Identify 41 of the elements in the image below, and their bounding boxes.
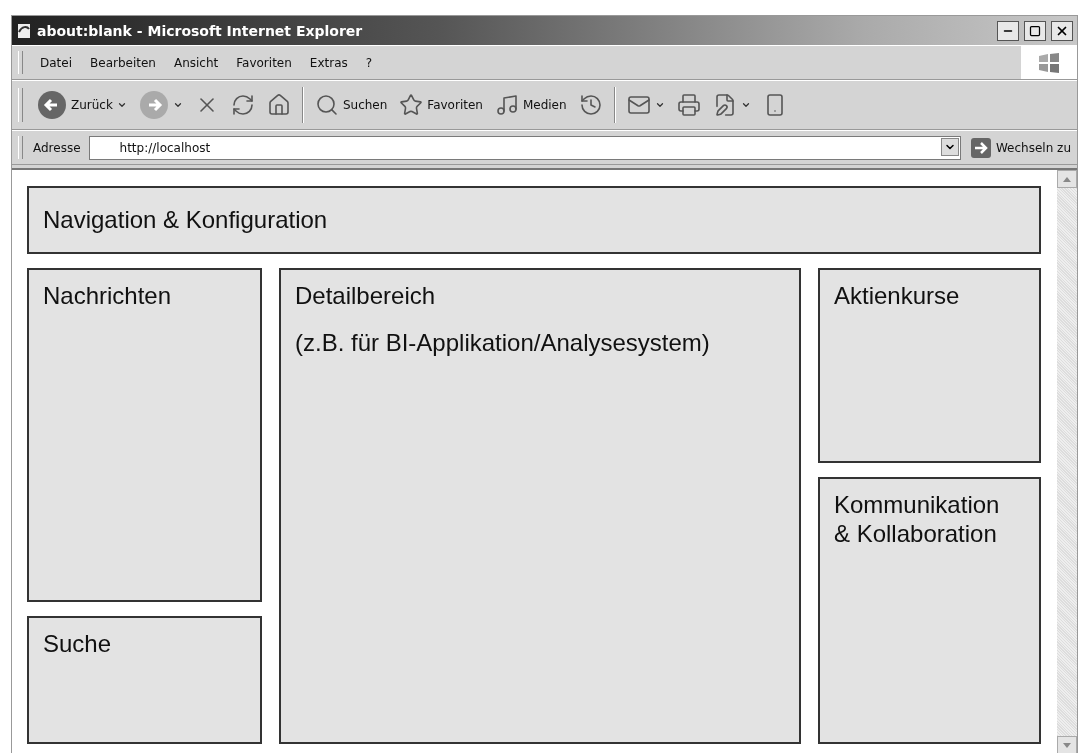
panel-subtitle: (z.B. für BI-Applikation/Analysesystem): [295, 328, 711, 358]
panel-title: Aktienkurse: [834, 282, 961, 311]
window-title: about:blank - Microsoft Internet Explorer: [37, 22, 364, 39]
go-button[interactable]: Wechseln zu: [964, 137, 1077, 158]
menu-item[interactable]: Datei: [33, 53, 79, 72]
panel-title: Kommunikation & Kollaboration: [834, 491, 1001, 549]
windows-logo-icon: [1037, 50, 1061, 75]
scroll-up-button[interactable]: [1057, 170, 1077, 188]
search-icon: [314, 93, 339, 117]
menu-item[interactable]: Extras: [302, 53, 355, 72]
menu-item[interactable]: ?: [358, 53, 380, 72]
down-triangle-icon: [1063, 742, 1071, 748]
history-icon: [578, 93, 603, 117]
mail-icon: [626, 93, 651, 117]
panel-title: Detailbereich: [295, 282, 437, 311]
scroll-down-button[interactable]: [1057, 736, 1077, 753]
print-icon: [676, 93, 701, 117]
up-triangle-icon: [1063, 176, 1071, 182]
address-label: Adresse: [33, 140, 82, 155]
scrollbar[interactable]: [1057, 170, 1077, 753]
maximize-button[interactable]: [1024, 20, 1046, 41]
back-button[interactable]: Zurück: [33, 85, 131, 125]
media-icon: [494, 93, 519, 117]
refresh-icon: [230, 93, 255, 117]
menu-item[interactable]: Bearbeiten: [83, 53, 163, 72]
dropdown-button[interactable]: [940, 137, 959, 156]
media-button[interactable]: Medien: [490, 85, 571, 125]
home-icon: [266, 93, 291, 117]
panel-title: Navigation & Konfiguration: [43, 205, 329, 235]
favorites-button[interactable]: Favoriten: [395, 85, 487, 125]
panel-title: Nachrichten: [43, 282, 173, 311]
panel-title: Suche: [43, 630, 113, 659]
browser-page-icon: [16, 22, 32, 39]
search-button[interactable]: Suchen: [310, 85, 392, 125]
favorites-icon: [399, 93, 424, 117]
menu-item[interactable]: Ansicht: [166, 53, 226, 72]
address-field[interactable]: http://localhost: [88, 135, 961, 160]
minimize-button[interactable]: [997, 20, 1019, 41]
maximize-icon: [1029, 24, 1041, 37]
close-button[interactable]: [1051, 20, 1073, 41]
menu-item[interactable]: Favoriten: [229, 53, 299, 72]
